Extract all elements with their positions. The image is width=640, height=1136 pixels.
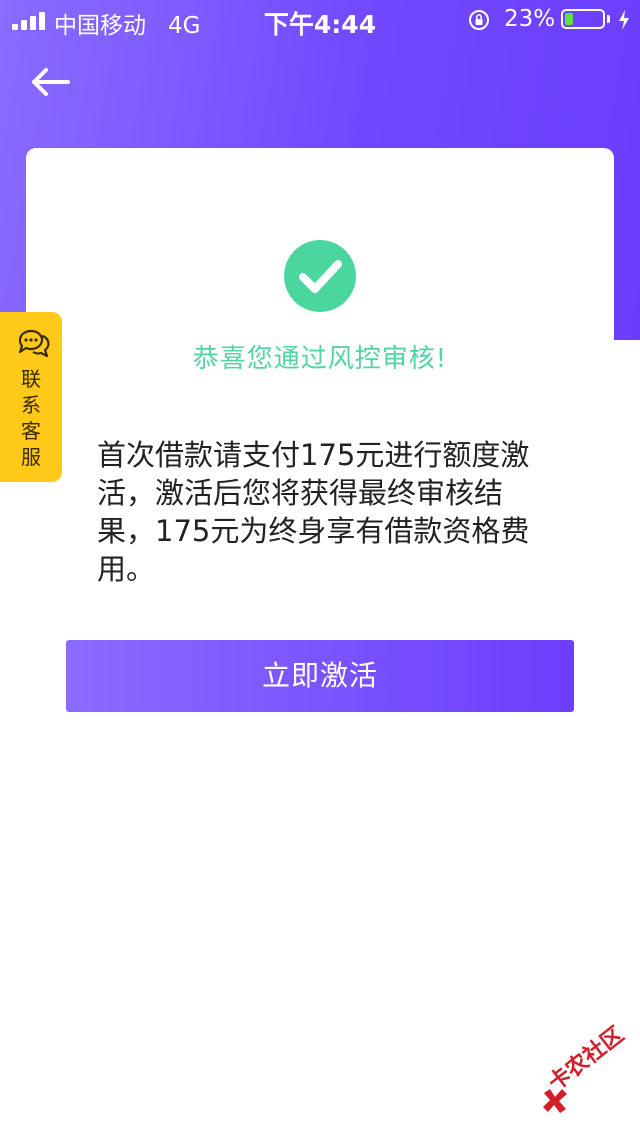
- customer-service-char: 联: [21, 367, 41, 391]
- watermark: 卡农社区: [530, 1022, 640, 1125]
- battery-level-fill: [565, 13, 573, 25]
- charging-bolt-icon: [619, 10, 629, 30]
- activate-button[interactable]: 立即激活: [66, 640, 574, 712]
- app-screen: 中国移动 4G 下午4:44 23% 恭喜您通过风控审核! 首次借款请支付175…: [0, 0, 640, 1136]
- chat-bubbles-icon: [18, 329, 50, 358]
- arrow-left-icon: [32, 68, 70, 96]
- customer-service-label: 联 系 客 服: [0, 366, 62, 470]
- battery-percent: 23%: [504, 6, 556, 32]
- back-button[interactable]: [28, 62, 74, 102]
- orientation-lock-icon: [469, 10, 489, 30]
- customer-service-char: 服: [21, 445, 41, 469]
- customer-service-tab[interactable]: 联 系 客 服: [0, 312, 62, 482]
- status-bar: 中国移动 4G 下午4:44 23%: [0, 0, 640, 40]
- battery-icon: [561, 9, 605, 29]
- customer-service-char: 系: [21, 393, 41, 417]
- customer-service-char: 客: [21, 419, 41, 443]
- activation-description: 首次借款请支付175元进行额度激活，激活后您将获得最终审核结果，175元为终身享…: [97, 438, 530, 586]
- check-circle-icon: [284, 240, 356, 312]
- success-title: 恭喜您通过风控审核!: [192, 344, 448, 374]
- battery-tip: [607, 15, 610, 23]
